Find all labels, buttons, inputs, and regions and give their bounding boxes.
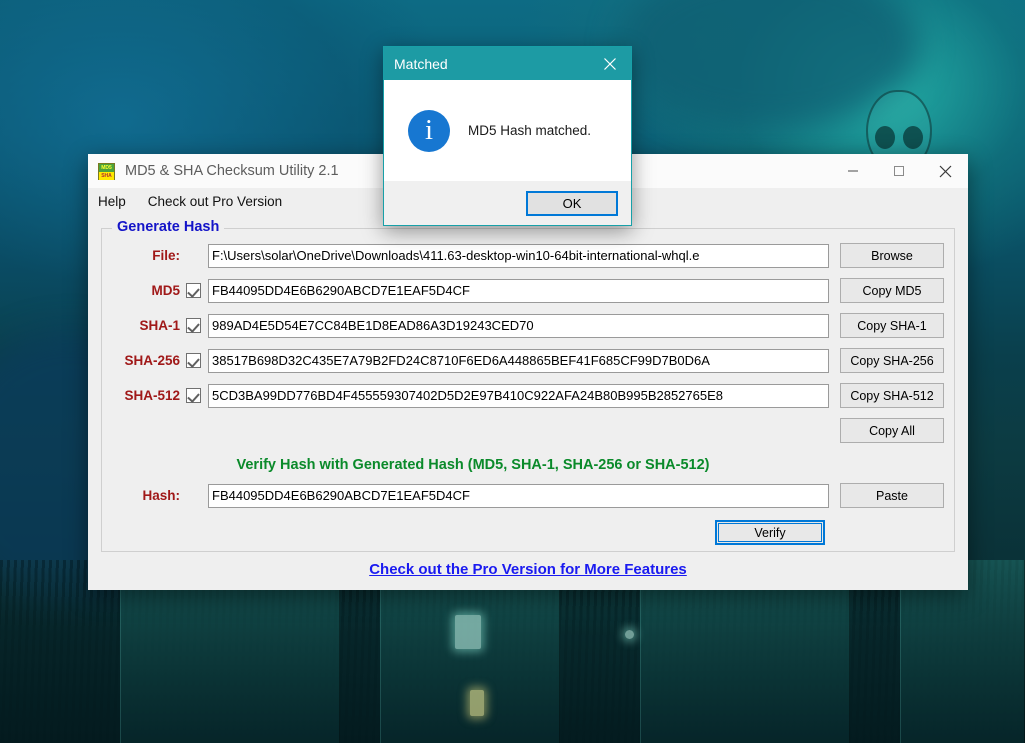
window-controls (830, 154, 968, 188)
verify-button-row: Verify (112, 520, 944, 545)
file-row: File: F:\Users\solar\OneDrive\Downloads\… (112, 243, 944, 268)
sha512-checkbox[interactable] (186, 388, 201, 403)
wallpaper-detail (455, 615, 481, 649)
verify-hash-row: Hash: FB44095DD4E6B6290ABCD7E1EAF5D4CF P… (112, 483, 944, 508)
md5-label: MD5 (151, 283, 180, 298)
copy-sha512-button[interactable]: Copy SHA-512 (840, 383, 944, 408)
app-logo-bottom-label: SHA (99, 171, 114, 180)
sha1-row: SHA-1 989AD4E5D54E7CC84BE1D8EAD86A3D1924… (112, 313, 944, 338)
maximize-button[interactable] (876, 154, 922, 188)
generate-hash-group: Generate Hash File: F:\Users\solar\OneDr… (101, 219, 955, 552)
wallpaper-detail (625, 630, 634, 639)
close-icon (939, 165, 951, 177)
matched-dialog: Matched i MD5 Hash matched. OK (383, 46, 632, 226)
generate-hash-legend: Generate Hash (112, 219, 225, 235)
dialog-footer: OK (384, 181, 631, 226)
sha256-row: SHA-256 38517B698D32C435E7A79B2FD24C8710… (112, 348, 944, 373)
sha1-checkbox[interactable] (186, 318, 201, 333)
sha512-label: SHA-512 (124, 388, 180, 403)
copy-sha256-button[interactable]: Copy SHA-256 (840, 348, 944, 373)
window-title: MD5 & SHA Checksum Utility 2.1 (125, 163, 339, 179)
menu-item-help[interactable]: Help (98, 194, 126, 209)
menu-item-check-out-pro-version[interactable]: Check out Pro Version (148, 194, 282, 209)
app-logo-top-label: MD5 (99, 163, 114, 172)
minimize-button[interactable] (830, 154, 876, 188)
window-content: Generate Hash File: F:\Users\solar\OneDr… (88, 214, 968, 578)
sha1-value-input[interactable]: 989AD4E5D54E7CC84BE1D8EAD86A3D19243CED70 (208, 313, 829, 338)
verify-hash-input[interactable]: FB44095DD4E6B6290ABCD7E1EAF5D4CF (208, 483, 829, 508)
sha256-value-input[interactable]: 38517B698D32C435E7A79B2FD24C8710F6ED6A44… (208, 348, 829, 373)
copy-all-row: Copy All (112, 418, 944, 443)
dialog-body: i MD5 Hash matched. (384, 80, 631, 181)
sha256-label: SHA-256 (124, 353, 180, 368)
dialog-message: MD5 Hash matched. (468, 123, 592, 138)
paste-button[interactable]: Paste (840, 483, 944, 508)
close-icon (604, 57, 616, 70)
close-button[interactable] (922, 154, 968, 188)
dialog-titlebar: Matched (384, 47, 631, 80)
pro-version-link[interactable]: Check out the Pro Version for More Featu… (101, 552, 955, 578)
copy-md5-button[interactable]: Copy MD5 (840, 278, 944, 303)
info-icon: i (408, 109, 450, 152)
copy-sha1-button[interactable]: Copy SHA-1 (840, 313, 944, 338)
minimize-icon (848, 170, 858, 172)
browse-button[interactable]: Browse (840, 243, 944, 268)
wallpaper-detail (470, 690, 484, 716)
verify-hash-title: Verify Hash with Generated Hash (MD5, SH… (236, 457, 710, 473)
sha512-value-input[interactable]: 5CD3BA99DD776BD4F455559307402D5D2E97B410… (208, 383, 829, 408)
md5-row: MD5 FB44095DD4E6B6290ABCD7E1EAF5D4CF Cop… (112, 278, 944, 303)
md5-checkbox[interactable] (186, 283, 201, 298)
file-label: File: (152, 248, 180, 263)
app-logo-icon: MD5 SHA (98, 162, 115, 180)
sha1-label: SHA-1 (139, 318, 180, 333)
copy-all-button[interactable]: Copy All (840, 418, 944, 443)
verify-hash-label: Hash: (142, 488, 180, 503)
maximize-icon (894, 166, 904, 176)
dialog-title: Matched (394, 55, 448, 72)
sha256-checkbox[interactable] (186, 353, 201, 368)
md5-value-input[interactable]: FB44095DD4E6B6290ABCD7E1EAF5D4CF (208, 278, 829, 303)
dialog-close-button[interactable] (589, 47, 631, 80)
sha512-row: SHA-512 5CD3BA99DD776BD4F455559307402D5D… (112, 383, 944, 408)
verify-button[interactable]: Verify (715, 520, 825, 545)
file-path-input[interactable]: F:\Users\solar\OneDrive\Downloads\411.63… (208, 243, 829, 268)
dialog-ok-button[interactable]: OK (526, 191, 618, 216)
